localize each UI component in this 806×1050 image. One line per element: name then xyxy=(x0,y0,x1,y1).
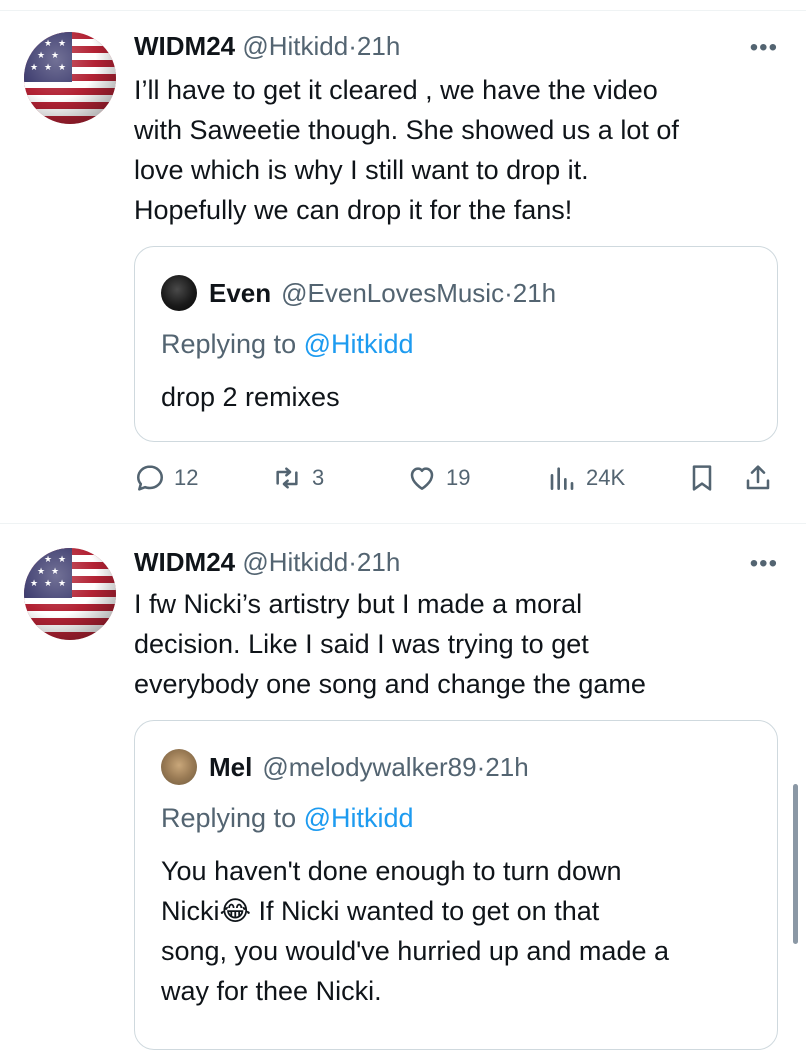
replying-handle-link[interactable]: @Hitkidd xyxy=(304,329,414,359)
tweet-text-line: Hopefully we can drop it for the fans! xyxy=(134,195,573,225)
quote-text-line: You haven't done enough to turn down xyxy=(161,856,622,886)
top-divider xyxy=(0,10,806,11)
quote-text: drop 2 remixes xyxy=(161,377,761,417)
separator: · xyxy=(348,31,357,61)
author-name[interactable]: WIDM24 xyxy=(134,547,235,577)
replying-to: Replying to @Hitkidd xyxy=(161,329,414,360)
views-icon xyxy=(550,467,574,490)
tweet-text-line: decision. Like I said I was trying to ge… xyxy=(134,629,589,659)
bookmark-icon xyxy=(692,465,712,491)
reply-button[interactable]: 12 xyxy=(134,462,198,494)
author-avatar[interactable]: ★★★ ★★ ★★★ xyxy=(24,548,116,640)
separator: · xyxy=(476,752,486,782)
tweet-text-line: I’ll have to get it cleared , we have th… xyxy=(134,75,658,105)
action-bar: 12 3 19 24K xyxy=(134,462,784,498)
tweet-divider xyxy=(0,523,806,524)
share-button[interactable] xyxy=(742,462,774,494)
like-count: 19 xyxy=(446,465,471,490)
quote-header: Even @EvenLovesMusic · 21h xyxy=(161,275,556,311)
quote-header: Mel @melodywalker89 · 21h xyxy=(161,749,529,785)
tweet-text: I’ll have to get it cleared , we have th… xyxy=(134,70,774,230)
tweet-text-line: I fw Nicki’s artistry but I made a moral xyxy=(134,589,583,619)
tweet-text-line: with Saweetie though. She showed us a lo… xyxy=(134,115,679,145)
like-icon xyxy=(410,467,434,490)
share-icon xyxy=(746,465,770,490)
quote-author-handle[interactable]: @melodywalker89 xyxy=(262,751,476,783)
author-handle[interactable]: @Hitkidd xyxy=(242,547,348,577)
separator: · xyxy=(504,278,513,308)
quote-text-line: song, you would've hurried up and made a xyxy=(161,936,669,966)
replying-label: Replying to xyxy=(161,329,297,359)
tweet-header: WIDM24 @Hitkidd·21h xyxy=(134,30,400,62)
tweet-text-line: love which is why I still want to drop i… xyxy=(134,155,589,185)
quote-text: You haven't done enough to turn down Nic… xyxy=(161,851,761,1011)
retweet-button[interactable]: 3 xyxy=(270,462,324,494)
views-button[interactable]: 24K xyxy=(546,462,625,494)
tweet-header: WIDM24 @Hitkidd·21h xyxy=(134,546,400,578)
quote-avatar[interactable] xyxy=(161,275,197,311)
more-options-icon[interactable]: ••• xyxy=(750,34,778,62)
replying-label: Replying to xyxy=(161,803,297,833)
quote-time: 21h xyxy=(512,278,557,308)
quoted-tweet[interactable]: Even @EvenLovesMusic · 21h Replying to @Hi… xyxy=(134,246,778,442)
retweet-count: 3 xyxy=(312,465,325,490)
quote-author-name[interactable]: Mel xyxy=(209,751,252,783)
like-button[interactable]: 19 xyxy=(406,462,470,494)
tweet-text-line: everybody one song and change the game xyxy=(134,669,646,699)
author-name[interactable]: WIDM24 xyxy=(134,31,235,61)
quote-author-handle[interactable]: @EvenLovesMusic xyxy=(281,277,504,309)
quote-avatar[interactable] xyxy=(161,749,197,785)
author-avatar[interactable]: ★★★ ★★ ★★★ xyxy=(24,32,116,124)
quote-text-line: drop 2 remixes xyxy=(161,382,340,412)
quoted-tweet[interactable]: Mel @melodywalker89 · 21h Replying to @Hit… xyxy=(134,720,778,1050)
quote-time: 21h xyxy=(485,752,529,782)
reply-icon xyxy=(137,465,164,491)
more-options-icon[interactable]: ••• xyxy=(750,550,778,578)
quote-text-line: Nicki😂 If Nicki wanted to get on that xyxy=(161,896,600,926)
tweet-time[interactable]: 21h xyxy=(357,31,400,61)
quote-text-line: way for thee Nicki. xyxy=(161,976,382,1006)
views-count: 24K xyxy=(586,465,626,490)
retweet-icon xyxy=(276,467,298,489)
replying-to: Replying to @Hitkidd xyxy=(161,803,414,834)
quote-author-name[interactable]: Even xyxy=(209,277,271,309)
tweet-time[interactable]: 21h xyxy=(357,547,400,577)
replying-handle-link[interactable]: @Hitkidd xyxy=(304,803,414,833)
tweet-text: I fw Nicki’s artistry but I made a moral… xyxy=(134,584,774,704)
author-handle[interactable]: @Hitkidd xyxy=(242,31,348,61)
separator: · xyxy=(348,547,357,577)
reply-count: 12 xyxy=(174,465,199,490)
scrollbar[interactable] xyxy=(793,784,798,944)
bookmark-button[interactable] xyxy=(686,462,718,494)
